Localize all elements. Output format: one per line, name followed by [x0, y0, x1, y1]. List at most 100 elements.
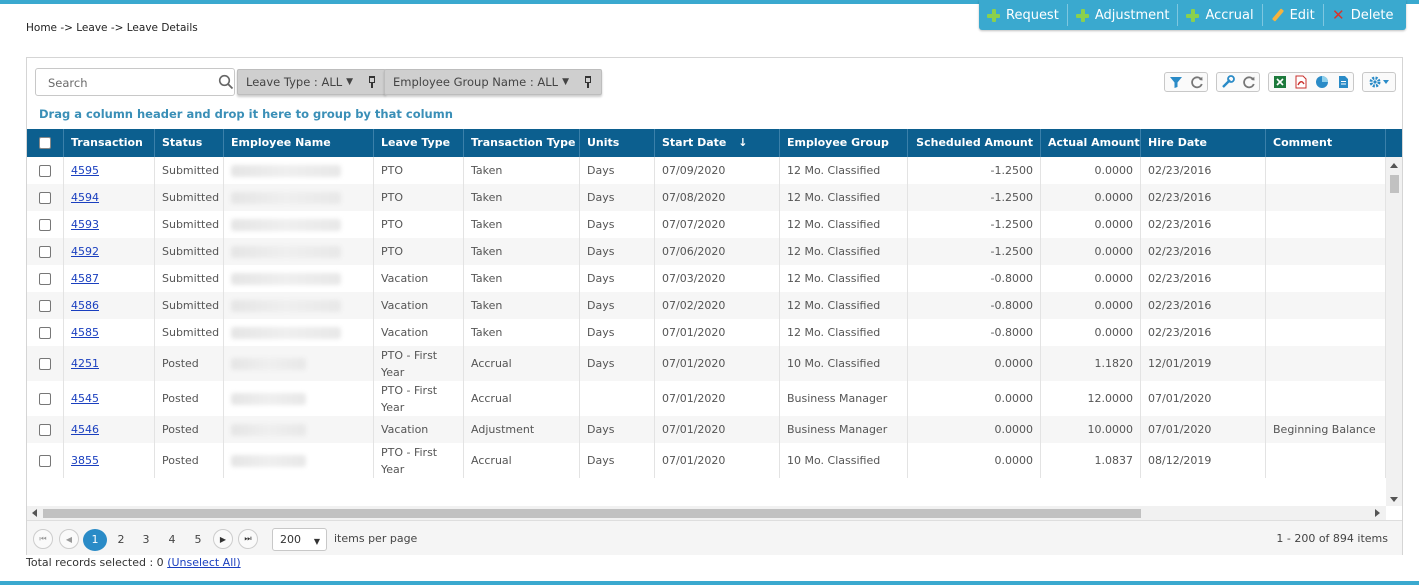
transaction-link[interactable]: 4251	[71, 357, 99, 370]
status-cell: Posted	[155, 346, 224, 381]
vertical-scrollbar[interactable]	[1386, 157, 1402, 506]
comment-cell	[1266, 157, 1386, 184]
header-actual-amount[interactable]: Actual Amount	[1041, 129, 1141, 157]
unselect-all-link[interactable]: (Unselect All)	[167, 556, 240, 569]
header-status[interactable]: Status	[155, 129, 224, 157]
transaction-link[interactable]: 4545	[71, 392, 99, 405]
page-2[interactable]: 2	[109, 529, 133, 551]
table-row[interactable]: 4595 Submitted PTO Taken Days 07/09/2020 12 Mo…	[27, 157, 1386, 184]
table-row[interactable]: 4545 Posted PTO - First Year Accrual 07/01/2…	[27, 381, 1386, 416]
wrench-icon[interactable]	[1217, 73, 1238, 91]
delete-button[interactable]: ✕ Delete	[1324, 4, 1402, 26]
employee-group-filter[interactable]: Employee Group Name : ALL ▼	[384, 69, 602, 95]
horizontal-scrollbar[interactable]	[27, 506, 1386, 520]
table-row[interactable]: 4592 Submitted PTO Taken Days 07/06/2020 12 Mo…	[27, 238, 1386, 265]
transaction-link[interactable]: 4595	[71, 164, 99, 177]
transaction-link[interactable]: 4586	[71, 299, 99, 312]
select-cell	[27, 319, 64, 346]
column-tools	[1216, 72, 1260, 92]
page-4[interactable]: 4	[160, 529, 184, 551]
row-checkbox[interactable]	[39, 357, 51, 370]
header-comment[interactable]: Comment	[1266, 129, 1386, 157]
scroll-left-icon[interactable]	[32, 509, 37, 517]
search-input[interactable]	[46, 74, 206, 91]
employee-group-filter-label: Employee Group Name : ALL	[393, 75, 559, 89]
pin-icon[interactable]	[583, 76, 593, 88]
pdf-icon[interactable]	[1290, 73, 1311, 91]
row-checkbox[interactable]	[39, 272, 51, 285]
pin-icon[interactable]	[367, 76, 377, 88]
first-page-icon[interactable]: ⏮	[33, 529, 53, 549]
header-employee-group[interactable]: Employee Group	[780, 129, 908, 157]
search-icon[interactable]	[218, 74, 234, 90]
row-checkbox[interactable]	[39, 423, 51, 436]
chart-icon[interactable]	[1311, 73, 1332, 91]
header-scheduled-amount[interactable]: Scheduled Amount	[908, 129, 1041, 157]
hire-date-cell: 08/12/2019	[1141, 443, 1266, 478]
horizontal-scroll-thumb[interactable]	[43, 509, 1141, 518]
header-leave-type[interactable]: Leave Type	[374, 129, 464, 157]
header-units[interactable]: Units	[580, 129, 655, 157]
page-3[interactable]: 3	[134, 529, 158, 551]
row-checkbox[interactable]	[39, 454, 51, 467]
table-row[interactable]: 4251 Posted PTO - First Year Accrual Days 07/…	[27, 346, 1386, 381]
transaction-link[interactable]: 4585	[71, 326, 99, 339]
transaction-link[interactable]: 4594	[71, 191, 99, 204]
header-employee-name[interactable]: Employee Name	[224, 129, 374, 157]
excel-icon[interactable]	[1269, 73, 1290, 91]
accrual-button[interactable]: Accrual	[1178, 4, 1263, 26]
transaction-link[interactable]: 3855	[71, 454, 99, 467]
next-page-icon[interactable]: ▶	[213, 529, 233, 549]
page-5[interactable]: 5	[186, 529, 210, 551]
status-cell: Posted	[155, 381, 224, 416]
header-transaction-type[interactable]: Transaction Type	[464, 129, 580, 157]
table-row[interactable]: 3855 Posted PTO - First Year Accrual Days 07/…	[27, 443, 1386, 478]
table-row[interactable]: 4587 Submitted Vacation Taken Days 07/03/2020…	[27, 265, 1386, 292]
row-checkbox[interactable]	[39, 245, 51, 258]
scroll-right-icon[interactable]	[1375, 509, 1380, 517]
document-icon[interactable]	[1332, 73, 1353, 91]
adjustment-button[interactable]: Adjustment	[1068, 4, 1179, 26]
edit-button[interactable]: Edit	[1263, 4, 1324, 26]
table-row[interactable]: 4594 Submitted PTO Taken Days 07/08/2020 12 Mo…	[27, 184, 1386, 211]
units-cell: Days	[580, 416, 655, 443]
select-all-checkbox[interactable]	[39, 137, 51, 149]
settings-menu[interactable]	[1362, 72, 1396, 92]
refresh-filter-icon[interactable]	[1186, 73, 1207, 91]
row-checkbox[interactable]	[39, 164, 51, 177]
leave-type-cell: PTO	[374, 238, 464, 265]
transaction-link[interactable]: 4587	[71, 272, 99, 285]
refresh-columns-icon[interactable]	[1238, 73, 1259, 91]
header-start-date[interactable]: Start Date ↓	[655, 129, 780, 157]
header-hire-date[interactable]: Hire Date	[1141, 129, 1266, 157]
row-checkbox[interactable]	[39, 191, 51, 204]
comment-cell	[1266, 346, 1386, 381]
transaction-link[interactable]: 4593	[71, 218, 99, 231]
scroll-up-icon[interactable]	[1390, 163, 1398, 168]
row-checkbox[interactable]	[39, 299, 51, 312]
table-row[interactable]: 4593 Submitted PTO Taken Days 07/07/2020 12 Mo…	[27, 211, 1386, 238]
header-transaction[interactable]: Transaction	[64, 129, 155, 157]
filter-icon[interactable]	[1165, 73, 1186, 91]
table-row[interactable]: 4586 Submitted Vacation Taken Days 07/02/2020…	[27, 292, 1386, 319]
row-checkbox[interactable]	[39, 326, 51, 339]
select-cell	[27, 184, 64, 211]
pager: ⏮ ◀ 1 2 3 4 5 ▶ ⏭ 200 ▼ items per page 1…	[27, 520, 1402, 555]
comment-cell	[1266, 381, 1386, 416]
per-page-select[interactable]: 200 ▼	[272, 528, 327, 551]
gear-icon[interactable]	[1363, 73, 1395, 91]
scroll-down-icon[interactable]	[1390, 497, 1398, 502]
page-1[interactable]: 1	[83, 529, 107, 551]
leave-type-filter[interactable]: Leave Type : ALL ▼	[237, 69, 387, 95]
table-row[interactable]: 4585 Submitted Vacation Taken Days 07/01/2020…	[27, 319, 1386, 346]
previous-page-icon[interactable]: ◀	[59, 529, 79, 549]
row-checkbox[interactable]	[39, 218, 51, 231]
last-page-icon[interactable]: ⏭	[238, 529, 258, 549]
transaction-type-cell: Taken	[464, 211, 580, 238]
row-checkbox[interactable]	[39, 392, 51, 405]
request-button[interactable]: Request	[979, 4, 1068, 26]
vertical-scroll-thumb[interactable]	[1390, 175, 1399, 193]
transaction-link[interactable]: 4592	[71, 245, 99, 258]
table-row[interactable]: 4546 Posted Vacation Adjustment Days 07/01/20…	[27, 416, 1386, 443]
transaction-link[interactable]: 4546	[71, 423, 99, 436]
